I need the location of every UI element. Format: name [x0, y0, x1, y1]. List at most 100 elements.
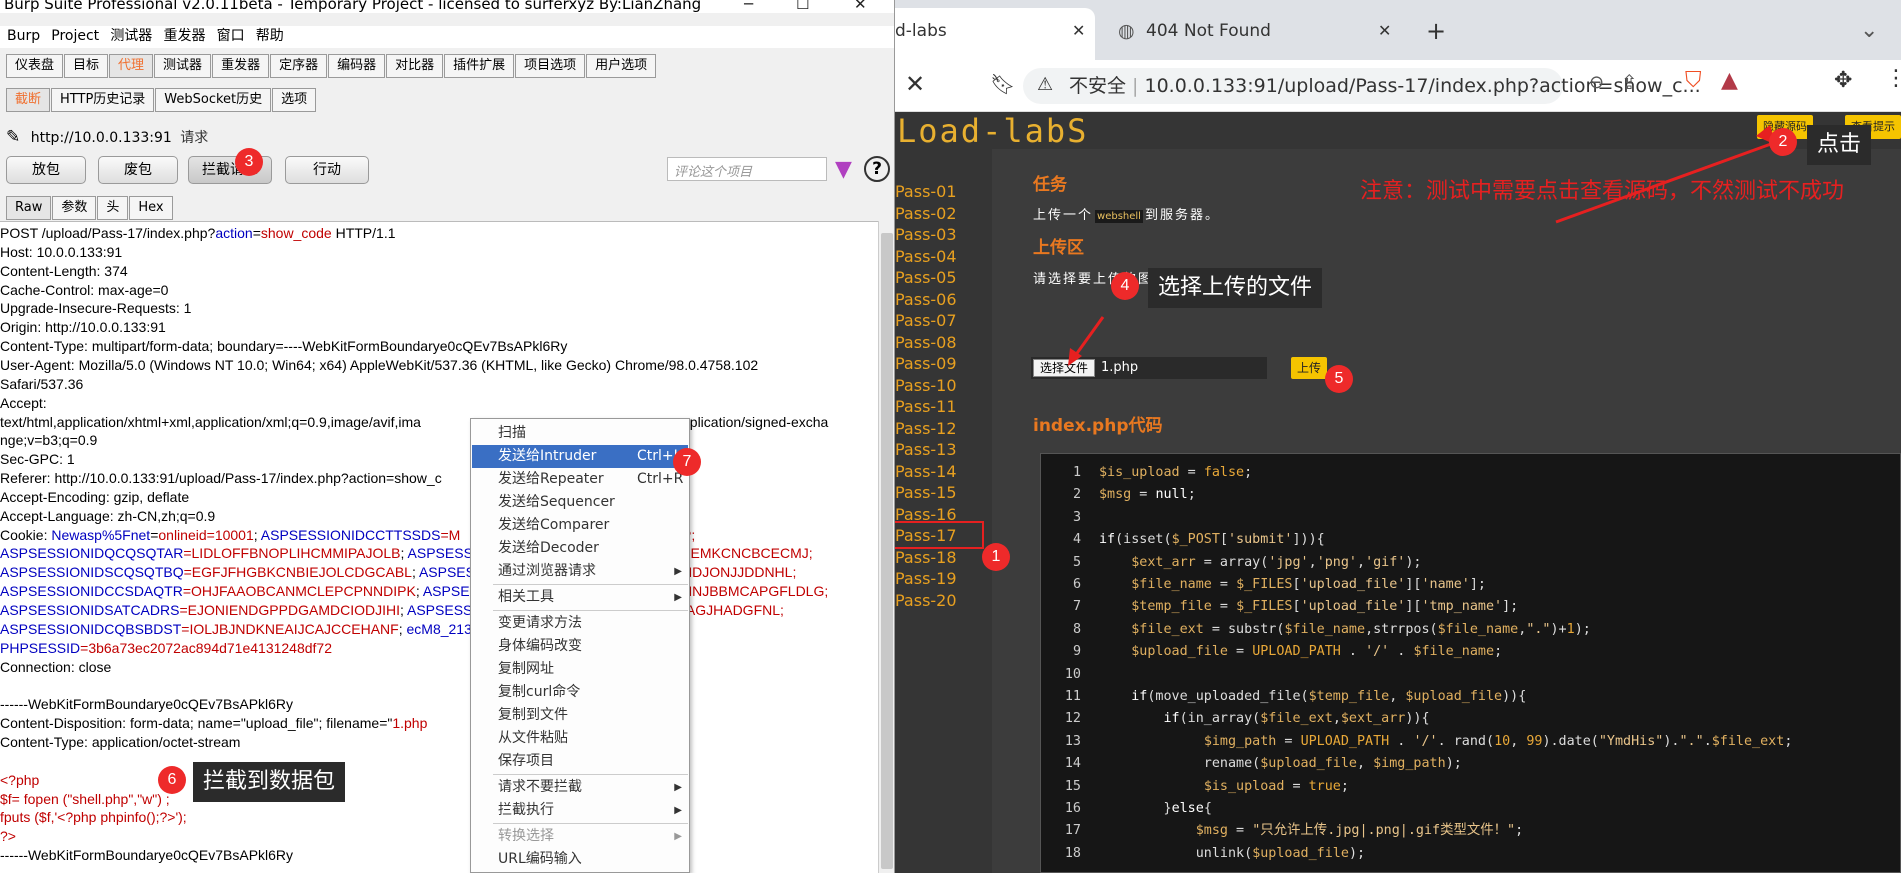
tab-user-options[interactable]: 用户选项 — [586, 54, 657, 78]
request-line[interactable]: ?> — [0, 827, 16, 846]
request-line[interactable]: Sec-GPC: 1 — [0, 450, 75, 469]
pass-link[interactable]: Pass-03 — [895, 225, 957, 244]
pass-link[interactable]: Pass-01 — [895, 182, 957, 201]
bookmark-icon[interactable]: 🔖︎ — [990, 72, 1015, 96]
editor-scroll-thumb[interactable] — [881, 233, 893, 869]
request-line[interactable]: Cookie: Newasp%5Fnet=onlineid=10001; ASP… — [0, 526, 460, 545]
tab1-close-icon[interactable]: ✕ — [1072, 14, 1085, 48]
pass-link[interactable]: Pass-20 — [895, 591, 957, 610]
context-menu-item[interactable]: 发送给Comparer — [472, 514, 688, 537]
maximize-button[interactable]: ☐ — [796, 0, 809, 13]
context-menu-item[interactable]: 变更请求方法 — [472, 612, 688, 635]
request-line[interactable]: ASPSESSIONIDSCQSQTBQ=EGFJFHGBKCNBIEJOLCD… — [0, 563, 499, 582]
tab-target[interactable]: 目标 — [64, 54, 109, 78]
context-menu-item[interactable]: 复制到文件 — [472, 704, 688, 727]
request-line[interactable]: Connection: close — [0, 658, 111, 677]
context-menu-item[interactable]: 从文件粘贴 — [472, 727, 688, 750]
tab-intruder[interactable]: 测试器 — [154, 54, 212, 78]
zoom-icon[interactable]: ⊖ — [1589, 72, 1604, 93]
menu-window[interactable]: 窗口 — [217, 26, 245, 46]
tab1-title[interactable]: d-labs — [895, 14, 947, 48]
context-menu-item[interactable]: 转换选择 ▶ — [472, 825, 688, 848]
context-menu-item[interactable]: 拦截执行 ▶ — [472, 799, 688, 822]
context-menu-item[interactable]: URL编码输入 — [472, 848, 688, 871]
request-line[interactable]: User-Agent: Mozilla/5.0 (Windows NT 10.0… — [0, 356, 758, 375]
share-icon[interactable]: ⇪ — [1621, 70, 1638, 94]
pass-link[interactable]: Pass-07 — [895, 311, 957, 330]
tab-proxy[interactable]: 代理 — [109, 54, 154, 78]
tab-headers[interactable]: 头 — [97, 196, 129, 220]
request-line[interactable]: ------WebKitFormBoundarye0cQEv7BsAPkl6Ry — [0, 846, 293, 865]
request-line[interactable]: Content-Type: multipart/form-data; bound… — [0, 337, 567, 356]
help-icon[interactable]: ? — [864, 156, 890, 182]
editor-scrollbar[interactable] — [878, 221, 894, 873]
tab-decoder[interactable]: 编码器 — [328, 54, 386, 78]
tab-project-options[interactable]: 项目选项 — [515, 54, 586, 78]
file-input[interactable]: 选择文件 1.php — [1031, 357, 1267, 379]
upload-button[interactable]: 上传 — [1291, 357, 1328, 379]
minimize-button[interactable]: ─ — [744, 0, 753, 13]
request-line[interactable]: ASPSESSIONIDCQBSBDST=IOLJBJNDKNEAIJCAJCC… — [0, 620, 487, 639]
request-line[interactable]: Content-Type: application/octet-stream — [0, 733, 240, 752]
request-line[interactable]: Accept: — [0, 394, 47, 413]
request-line[interactable]: fputs ($f,'<?php phpinfo();?>'); — [0, 808, 187, 827]
brave-shield-icon[interactable]: ⛉ — [1685, 68, 1702, 93]
context-menu-item[interactable]: 发送给Decoder — [472, 537, 688, 560]
menu-icon[interactable]: ⋮ — [1885, 66, 1901, 91]
request-line[interactable]: Origin: http://10.0.0.133:91 — [0, 318, 166, 337]
tab-hex[interactable]: Hex — [129, 196, 173, 220]
request-line[interactable]: $f= fopen ("shell.php","w") ; — [0, 790, 170, 809]
extensions-icon[interactable]: ✥ — [1834, 68, 1852, 93]
highlight-color-icon[interactable]: ▼ — [835, 157, 852, 182]
pass-link[interactable]: Pass-06 — [895, 290, 957, 309]
tab2-title[interactable]: 404 Not Found — [1146, 14, 1271, 48]
menu-repeater[interactable]: 重发器 — [163, 26, 205, 46]
request-line[interactable]: POST /upload/Pass-17/index.php?action=sh… — [0, 224, 396, 243]
address-text[interactable]: 不安全 | 10.0.0.133:91/upload/Pass-17/index… — [1069, 68, 1701, 104]
pass-link[interactable]: Pass-05 — [895, 268, 957, 287]
context-menu-item[interactable]: 发送给Sequencer — [472, 491, 688, 514]
request-line[interactable]: nge;v=b3;q=0.9 — [0, 431, 97, 450]
request-line[interactable]: <?php — [0, 771, 39, 790]
context-menu-item[interactable]: 保存项目 — [472, 750, 688, 773]
pass-link[interactable]: Pass-10 — [895, 376, 957, 395]
choose-file-button[interactable]: 选择文件 — [1033, 359, 1096, 377]
pass-link[interactable]: Pass-18 — [895, 548, 957, 567]
request-line[interactable]: Host: 10.0.0.133:91 — [0, 243, 122, 262]
address-bar[interactable]: ⚠ 不安全 | 10.0.0.133:91/upload/Pass-17/ind… — [1023, 68, 1701, 104]
tab-search-icon[interactable]: ⌄ — [1860, 14, 1878, 48]
tab-params[interactable]: 参数 — [52, 196, 97, 220]
tab-extender[interactable]: 插件扩展 — [444, 54, 515, 78]
forward-button[interactable]: 放包 — [6, 156, 86, 184]
request-line[interactable]: Content-Disposition: form-data; name="up… — [0, 714, 427, 733]
tab2-close-icon[interactable]: ✕ — [1378, 14, 1391, 48]
tab-websocket-history[interactable]: WebSocket历史 — [155, 88, 272, 112]
pass-link[interactable]: Pass-15 — [895, 483, 957, 502]
pass-link[interactable]: Pass-13 — [895, 440, 957, 459]
tab-intercept[interactable]: 截断 — [6, 88, 51, 112]
request-line[interactable]: ASPSESSIONIDQCQSQTAR=LIDLOFFBNOPLIHCMMIP… — [0, 544, 488, 563]
close-button[interactable]: ✕ — [854, 0, 867, 13]
menu-intruder[interactable]: 测试器 — [110, 26, 152, 46]
warning-icon[interactable]: ⚠ — [1037, 74, 1053, 95]
tab-comparer[interactable]: 对比器 — [386, 54, 444, 78]
context-menu-item[interactable]: 相关工具 ▶ — [472, 586, 688, 609]
stop-icon[interactable]: ✕ — [905, 70, 925, 98]
request-line[interactable]: PHPSESSID=3b6a73ec2072ac894d71e4131248df… — [0, 639, 332, 658]
pass-link[interactable]: Pass-04 — [895, 247, 957, 266]
context-menu-item[interactable]: 请求不要拦截 ▶ — [472, 776, 688, 799]
tab-repeater[interactable]: 重发器 — [212, 54, 270, 78]
tab-raw[interactable]: Raw — [6, 196, 52, 220]
pass-link[interactable]: Pass-09 — [895, 354, 957, 373]
request-line[interactable]: ASPSESSIONIDSATCADRS=EJONIENDGPPDGAMDCIO… — [0, 601, 487, 620]
context-menu-item[interactable]: 通过浏览器请求 ▶ — [472, 560, 688, 583]
request-line[interactable]: Referer: http://10.0.0.133:91/upload/Pas… — [0, 469, 442, 488]
pass-link[interactable]: Pass-12 — [895, 419, 957, 438]
request-line[interactable]: Upgrade-Insecure-Requests: 1 — [0, 299, 191, 318]
tab-http-history[interactable]: HTTP历史记录 — [51, 88, 155, 112]
brave-rewards-icon[interactable]: ▲ — [1721, 68, 1738, 93]
tab-dashboard[interactable]: 仪表盘 — [6, 54, 64, 78]
menu-burp[interactable]: Burp — [7, 26, 40, 46]
menu-project[interactable]: Project — [51, 26, 99, 46]
drop-button[interactable]: 废包 — [98, 156, 178, 184]
